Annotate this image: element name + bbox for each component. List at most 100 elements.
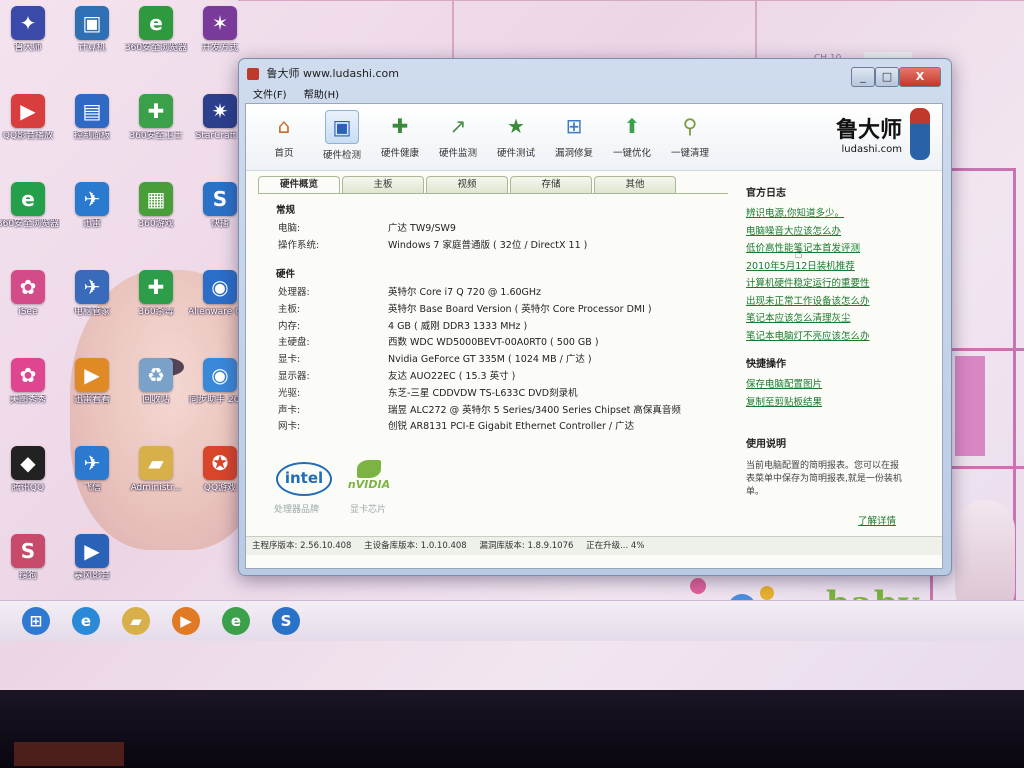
desktop-icon[interactable]: ✈ 迅雷 — [60, 182, 124, 230]
maximize-button[interactable]: □ — [875, 67, 899, 87]
desktop-icon[interactable]: ▰ Administr... — [124, 446, 188, 494]
overview-value: 东芝-三星 CDDVDW TS-L633C DVD刻录机 — [388, 387, 578, 399]
desktop-icon[interactable]: ✚ 360杀毒 — [124, 270, 188, 318]
tab-video[interactable]: 视频 — [426, 176, 508, 193]
ie-icon: e — [11, 182, 45, 216]
sidebar-link[interactable]: 保存电脑配置图片 — [746, 376, 926, 394]
intel-caption: 处理器品牌 — [274, 505, 320, 515]
sidebar-link[interactable]: 计算机硬件稳定运行的重要性 — [746, 275, 926, 293]
toolbar-star[interactable]: ★ 硬件测试 — [488, 110, 544, 159]
recycle-bin-icon: ♻ — [139, 358, 173, 392]
toolbar-broom[interactable]: ⚲ 一键清理 — [662, 110, 718, 159]
overview-value: Windows 7 家庭普通版 ( 32位 / DirectX 11 ) — [388, 239, 588, 251]
wallpaper-line — [755, 0, 757, 60]
desktop-icon-label: 搜狗 — [18, 571, 37, 581]
chart-monitor-icon: ↗ — [449, 114, 467, 138]
thunder-icon: ✈ — [75, 182, 109, 216]
desktop-icon[interactable]: ✶ 开发方式 — [188, 6, 252, 54]
overview-key: 主硬盘: — [278, 337, 310, 349]
minimize-button[interactable]: _ — [851, 67, 875, 87]
status-bar: 主程序版本: 2.56.10.408 主设备库版本: 1.0.10.408 漏洞… — [246, 536, 942, 555]
toolbar-health[interactable]: ✚ 硬件健康 — [372, 110, 428, 159]
window-content: ⌂ 首页 ▣ 硬件检测 ✚ 硬件健康 ↗ 硬件监测 ★ 硬件测试 ⊞ 漏洞修复 ⬆ 一键优化 ⚲ 一键清理 鲁… — [245, 103, 943, 569]
tab-other[interactable]: 其他 — [594, 176, 676, 193]
menu-file[interactable]: 文件(F) — [253, 90, 287, 101]
sidebar-link[interactable]: 笔记本电脑灯不亮应该怎么办 — [746, 328, 926, 346]
desktop-icon-label: 腾讯QQ — [11, 483, 45, 493]
status-upgrading: 正在升级... 4% — [586, 541, 645, 551]
taskbar-360-browser-icon[interactable]: e — [222, 607, 250, 635]
desktop-icon[interactable]: ♻ 回收站 — [124, 358, 188, 406]
sogou-icon: S — [11, 534, 45, 568]
window-titlebar[interactable]: 鲁大师 www.ludashi.com — [247, 65, 887, 81]
taskbar-media-player-icon[interactable]: ▶ — [172, 607, 200, 635]
section-hardware-title: 硬件 — [276, 269, 296, 280]
taskbar-folder-icon[interactable]: ▰ — [122, 607, 150, 635]
isee-icon: ✿ — [11, 270, 45, 304]
shield-icon: ✚ — [139, 94, 173, 128]
desktop-icon[interactable]: ▣ 计算机 — [60, 6, 124, 54]
tab-motherboard[interactable]: 主板 — [342, 176, 424, 193]
desktop-icon[interactable]: e 360安全浏览器 — [0, 182, 60, 230]
brand-logo: 鲁大师 ludashi.com — [836, 112, 902, 155]
sidebar-link[interactable]: 低价高性能笔记本首发评测 — [746, 240, 926, 258]
toolbar-label: 一键优化 — [612, 148, 651, 159]
desktop-icon[interactable]: ✈ 电脑管家 — [60, 270, 124, 318]
menu-help[interactable]: 帮助(H) — [304, 90, 339, 101]
desktop-icon[interactable]: ✿ 美图秀秀 — [0, 358, 60, 406]
taskbar-ie-icon[interactable]: e — [72, 607, 100, 635]
menu-bar: 文件(F) 帮助(H) — [245, 86, 943, 102]
desktop-icon[interactable]: ▦ 360游戏 — [124, 182, 188, 230]
desktop-icon-label: Administr... — [130, 483, 182, 493]
toolbar-arrow-up[interactable]: ⬆ 一键优化 — [604, 110, 660, 159]
overview-key: 内存: — [278, 320, 301, 332]
toolbar-home[interactable]: ⌂ 首页 — [256, 110, 312, 159]
monitor-bezel — [0, 690, 1024, 768]
monitor-icon: ▣ — [325, 110, 359, 144]
taskbar-sogou-icon[interactable]: S — [272, 607, 300, 635]
tab-hardware-overview[interactable]: 硬件概览 — [258, 176, 340, 193]
windows-flag-icon: ⊞ — [565, 114, 583, 138]
desktop-icon[interactable]: ✿ iSee — [0, 270, 60, 318]
close-button[interactable]: X — [899, 67, 941, 87]
overview-value: 瑞昱 ALC272 @ 英特尔 5 Series/3400 Series Chi… — [388, 404, 681, 416]
sidebar-link[interactable]: 笔记本应该怎么清理灰尘 — [746, 310, 926, 328]
desktop-icon[interactable]: ✈ 飞信 — [60, 446, 124, 494]
wallpaper-line — [238, 0, 1024, 1]
sidebar-link[interactable]: 2010年5月12日装机推荐 — [746, 258, 926, 276]
desktop-icon-label: iSee — [18, 307, 38, 317]
desktop-icon[interactable]: ▶ 暴风影音 — [60, 534, 124, 582]
toolbar-chart-monitor[interactable]: ↗ 硬件监测 — [430, 110, 486, 159]
sidebar-link[interactable]: 复制至剪贴板结果 — [746, 394, 926, 412]
home-icon: ⌂ — [277, 114, 291, 138]
overview-key: 显示器: — [278, 371, 310, 382]
sidebar-link[interactable]: 出现未正常工作设备该怎么办 — [746, 293, 926, 311]
nvidia-caption: 显卡芯片 — [350, 505, 387, 515]
desktop-icon[interactable]: ✦ 鲁大师 — [0, 6, 60, 54]
taskbar-windows-start-icon[interactable]: ⊞ — [22, 607, 50, 635]
toolbar-monitor[interactable]: ▣ 硬件检测 — [314, 110, 370, 161]
toolbar-windows-flag[interactable]: ⊞ 漏洞修复 — [546, 110, 602, 159]
desktop-icon[interactable]: ▤ 控制面板 — [60, 94, 124, 142]
overview-key: 操作系统: — [278, 239, 320, 251]
desktop-icon[interactable]: ✚ 360安全卫士 — [124, 94, 188, 142]
desktop-icon[interactable]: ◆ 腾讯QQ — [0, 446, 60, 494]
overview-value: 4 GB ( 威刚 DDR3 1333 MHz ) — [388, 320, 528, 332]
sidebar-help-link[interactable]: 了解详情 — [746, 513, 896, 531]
desktop-icon[interactable]: e 360安全浏览器 — [124, 6, 188, 54]
desktop-icon[interactable]: S 搜狗 — [0, 534, 60, 582]
tab-storage[interactable]: 存储 — [510, 176, 592, 193]
toolbar-label: 漏洞修复 — [554, 148, 593, 159]
overview-value: 英特尔 Core i7 Q 720 @ 1.60GHz — [388, 287, 542, 298]
toolbar-label: 硬件健康 — [380, 148, 419, 159]
sidebar-quick-links: 保存电脑配置图片 复制至剪贴板结果 — [746, 376, 926, 411]
desktop-icon[interactable]: ▶ 迅雷看看 — [60, 358, 124, 406]
desktop-icon[interactable]: ▶ QQ影音播放 — [0, 94, 60, 142]
sidebar-link[interactable]: 辨识电源,你知道多少。 — [746, 205, 926, 223]
desktop-icon-label: 飞信 — [82, 483, 101, 493]
main-toolbar: ⌂ 首页 ▣ 硬件检测 ✚ 硬件健康 ↗ 硬件监测 ★ 硬件测试 ⊞ 漏洞修复 ⬆ 一键优化 ⚲ 一键清理 鲁… — [246, 104, 942, 171]
fetion-icon: ✈ — [75, 446, 109, 480]
sidebar-link[interactable]: 电脑噪音大应该怎么办 — [746, 223, 926, 241]
ludashi-window[interactable]: 鲁大师 www.ludashi.com _ □ X 文件(F) 帮助(H) ⌂ 首… — [238, 58, 952, 576]
sidebar-help-title: 使用说明 — [746, 439, 786, 450]
